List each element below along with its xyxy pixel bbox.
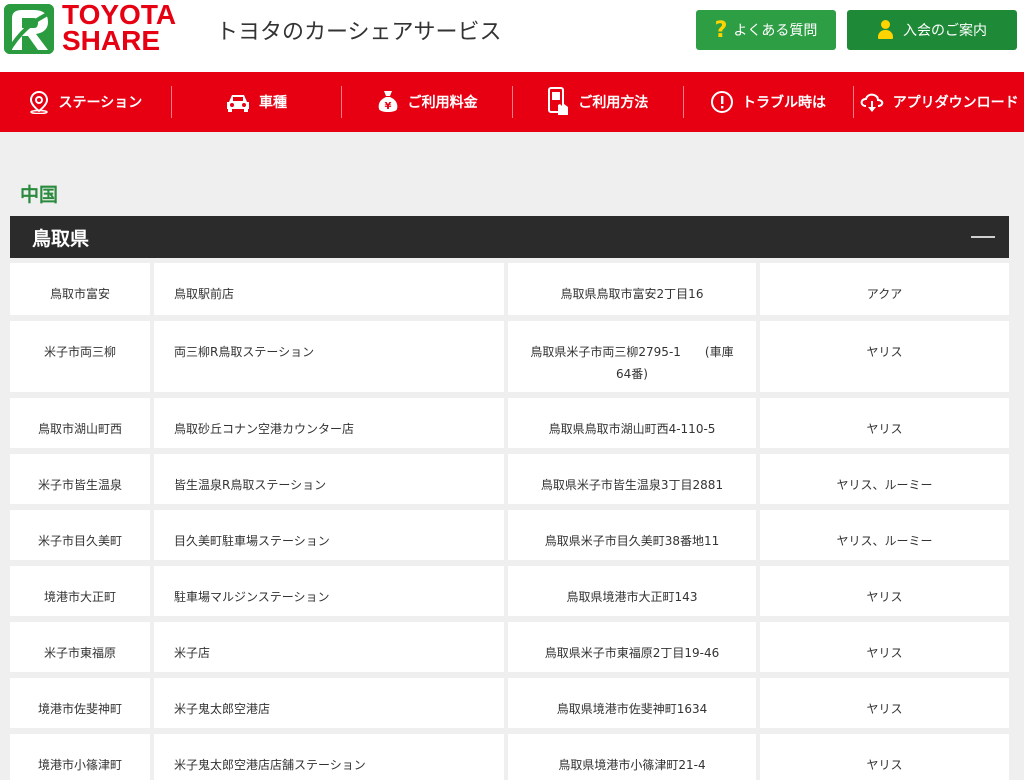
- nav-item-app-download[interactable]: アプリダウンロード: [853, 72, 1024, 132]
- user-icon: [877, 20, 893, 40]
- minus-collapse-icon[interactable]: [971, 236, 995, 238]
- station-name[interactable]: 米子店: [154, 622, 508, 672]
- station-address: 鳥取県米子市目久美町38番地11: [508, 510, 760, 560]
- nav-item-how-to-use[interactable]: ご利用方法: [512, 72, 683, 132]
- station-name[interactable]: 皆生温泉R鳥取ステーション: [154, 454, 508, 504]
- station-cars: ヤリス: [760, 566, 1009, 616]
- logo-wordmark[interactable]: TOYOTA SHARE: [62, 1, 176, 56]
- smartphone-hand-icon: [548, 87, 569, 115]
- station-address: 鳥取県鳥取市富安2丁目16: [508, 263, 760, 315]
- station-area: 米子市皆生温泉: [10, 454, 154, 504]
- svg-text:¥: ¥: [384, 101, 391, 112]
- brand-tagline: トヨタのカーシェアサービス: [216, 20, 502, 45]
- station-cars: アクア: [760, 263, 1009, 315]
- station-address: 鳥取県境港市佐斐神町1634: [508, 678, 760, 728]
- car-icon: [227, 95, 249, 112]
- station-address: 鳥取県米子市東福原2丁目19-46: [508, 622, 760, 672]
- faq-button[interactable]: ? よくある質問: [696, 10, 836, 50]
- station-table: 鳥取市富安 鳥取駅前店 鳥取県鳥取市富安2丁目16 アクア 米子市両三柳 両三柳…: [10, 263, 1009, 780]
- station-cars: ヤリス: [760, 622, 1009, 672]
- nav-label-app-download: アプリダウンロード: [892, 95, 1019, 111]
- table-row: 境港市小篠津町 米子鬼太郎空港店店舗ステーション 鳥取県境港市小篠津町21-4 …: [10, 734, 1009, 780]
- nav-item-station[interactable]: ステーション: [0, 72, 171, 132]
- station-area: 米子市目久美町: [10, 510, 154, 560]
- nav-label-car-types: 車種: [259, 95, 287, 111]
- station-address: 鳥取県境港市大正町143: [508, 566, 760, 616]
- money-bag-icon: ¥: [378, 91, 398, 112]
- table-row: 米子市両三柳 両三柳R鳥取ステーション 鳥取県米子市両三柳2795-1 (車庫6…: [10, 321, 1009, 392]
- table-row: 鳥取市湖山町西 鳥取砂丘コナン空港カウンター店 鳥取県鳥取市湖山町西4-110-…: [10, 398, 1009, 448]
- cloud-download-icon: [860, 93, 883, 112]
- toyota-share-logo-icon[interactable]: [4, 4, 54, 54]
- nav-label-trouble: トラブル時は: [742, 95, 827, 111]
- station-name[interactable]: 米子鬼太郎空港店: [154, 678, 508, 728]
- prefecture-title: 鳥取県: [32, 227, 90, 250]
- station-address: 鳥取県境港市小篠津町21-4: [508, 734, 760, 780]
- station-area: 境港市大正町: [10, 566, 154, 616]
- station-name[interactable]: 両三柳R鳥取ステーション: [154, 321, 508, 392]
- logo-line-2: SHARE: [62, 25, 161, 56]
- station-name[interactable]: 鳥取砂丘コナン空港カウンター店: [154, 398, 508, 448]
- station-area: 鳥取市富安: [10, 263, 154, 315]
- prefecture-accordion-header[interactable]: 鳥取県: [10, 216, 1009, 258]
- site-header: TOYOTA SHARE トヨタのカーシェアサービス ? よくある質問 入会のご…: [0, 0, 1024, 72]
- table-row: 米子市目久美町 目久美町駐車場ステーション 鳥取県米子市目久美町38番地11 ヤ…: [10, 510, 1009, 560]
- exclamation-circle-icon: [711, 91, 734, 113]
- station-name[interactable]: 目久美町駐車場ステーション: [154, 510, 508, 560]
- table-row: 米子市東福原 米子店 鳥取県米子市東福原2丁目19-46 ヤリス: [10, 622, 1009, 672]
- table-row: 境港市佐斐神町 米子鬼太郎空港店 鳥取県境港市佐斐神町1634 ヤリス: [10, 678, 1009, 728]
- station-area: 米子市東福原: [10, 622, 154, 672]
- nav-label-pricing: ご利用料金: [407, 95, 478, 111]
- region-heading: 中国: [20, 184, 59, 206]
- table-row: 境港市大正町 駐車場マルジンステーション 鳥取県境港市大正町143 ヤリス: [10, 566, 1009, 616]
- join-guide-button[interactable]: 入会のご案内: [847, 10, 1017, 50]
- station-name[interactable]: 駐車場マルジンステーション: [154, 566, 508, 616]
- station-area: 米子市両三柳: [10, 321, 154, 392]
- nav-label-how-to-use: ご利用方法: [578, 95, 649, 111]
- station-cars: ヤリス: [760, 398, 1009, 448]
- station-cars: ヤリス、ルーミー: [760, 510, 1009, 560]
- map-pin-icon: [30, 90, 49, 114]
- nav-item-pricing[interactable]: ¥ ご利用料金: [341, 72, 512, 132]
- nav-item-trouble[interactable]: トラブル時は: [682, 72, 854, 132]
- faq-label: よくある質問: [733, 23, 818, 39]
- nav-label-station: ステーション: [58, 95, 143, 111]
- station-address: 鳥取県米子市皆生温泉3丁目2881: [508, 454, 760, 504]
- station-area: 境港市小篠津町: [10, 734, 154, 780]
- station-cars: ヤリス: [760, 678, 1009, 728]
- station-name[interactable]: 米子鬼太郎空港店店舗ステーション: [154, 734, 508, 780]
- nav-item-car-types[interactable]: 車種: [170, 72, 342, 132]
- join-label: 入会のご案内: [903, 23, 987, 39]
- station-address: 鳥取県鳥取市湖山町西4-110-5: [508, 398, 760, 448]
- table-row: 鳥取市富安 鳥取駅前店 鳥取県鳥取市富安2丁目16 アクア: [10, 263, 1009, 315]
- station-cars: ヤリス: [760, 734, 1009, 780]
- station-area: 境港市佐斐神町: [10, 678, 154, 728]
- table-row: 米子市皆生温泉 皆生温泉R鳥取ステーション 鳥取県米子市皆生温泉3丁目2881 …: [10, 454, 1009, 504]
- station-name[interactable]: 鳥取駅前店: [154, 263, 508, 315]
- question-mark-icon: ?: [714, 17, 728, 43]
- station-address: 鳥取県米子市両三柳2795-1 (車庫64番): [508, 321, 760, 392]
- station-cars: ヤリス、ルーミー: [760, 454, 1009, 504]
- main-nav: ステーション 車種 ¥ ご利用料金 ご利用方法 トラブル時は アプリダウンロード: [0, 72, 1024, 132]
- station-cars: ヤリス: [760, 321, 1009, 392]
- station-area: 鳥取市湖山町西: [10, 398, 154, 448]
